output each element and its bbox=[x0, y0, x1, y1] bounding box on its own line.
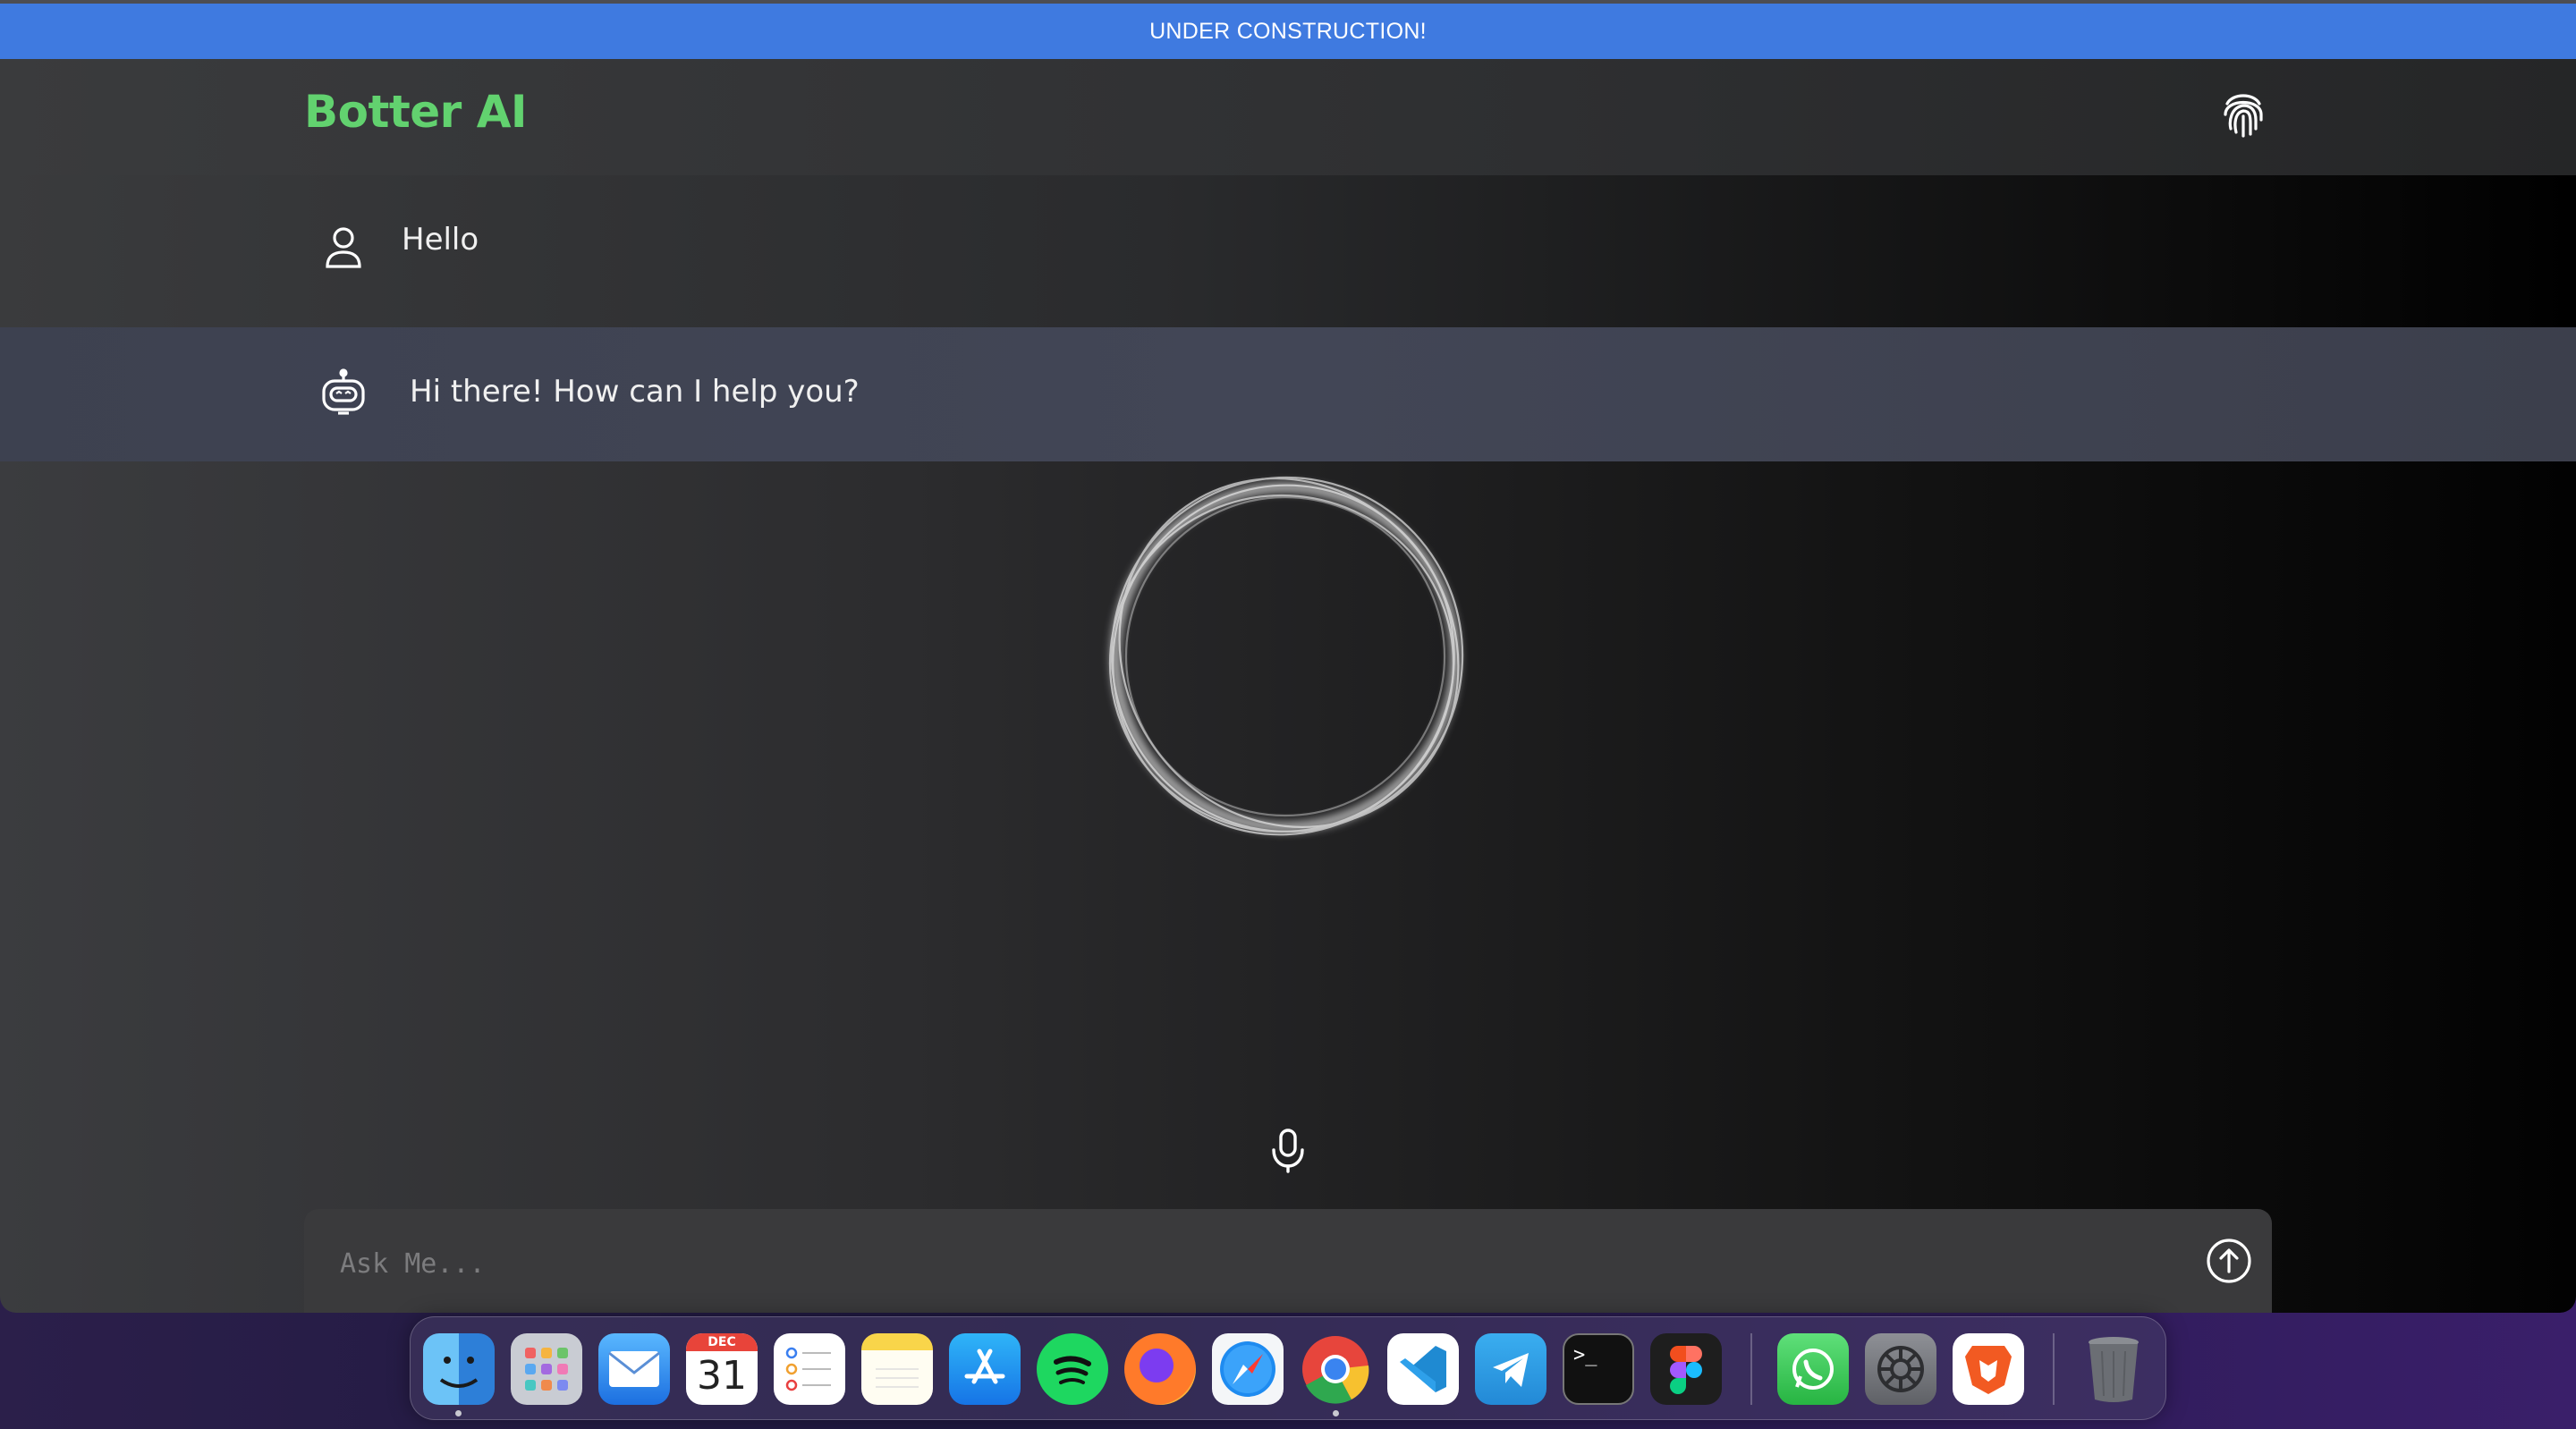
finder-running-dot bbox=[455, 1410, 462, 1416]
user-message: Hello bbox=[0, 175, 2576, 327]
brave-icon[interactable] bbox=[1953, 1333, 2024, 1405]
whatsapp-icon[interactable] bbox=[1777, 1333, 1849, 1405]
calendar-day: 31 bbox=[697, 1353, 747, 1399]
vscode-icon[interactable] bbox=[1387, 1333, 1459, 1405]
reminders-icon[interactable] bbox=[774, 1333, 845, 1405]
terminal-icon[interactable]: >_ bbox=[1563, 1333, 1634, 1405]
firefox-icon[interactable] bbox=[1124, 1333, 1196, 1405]
robot-avatar-icon bbox=[318, 368, 369, 419]
app-header: Botter AI bbox=[0, 59, 2576, 175]
settings-icon[interactable] bbox=[1865, 1333, 1936, 1405]
figma-icon[interactable] bbox=[1650, 1333, 1722, 1405]
launchpad-icon[interactable] bbox=[511, 1333, 582, 1405]
bot-message: Hi there! How can I help you? bbox=[0, 327, 2576, 461]
dock-separator-trash bbox=[2053, 1333, 2055, 1405]
user-avatar-icon bbox=[318, 222, 369, 272]
dock-separator bbox=[1750, 1333, 1752, 1405]
spotify-icon[interactable] bbox=[1037, 1333, 1108, 1405]
calendar-month: DEC bbox=[686, 1333, 758, 1351]
chrome-running-dot bbox=[1333, 1410, 1339, 1416]
notes-icon[interactable] bbox=[861, 1333, 933, 1405]
macos-dock: DEC 31 >_ bbox=[410, 1316, 2166, 1420]
terminal-prompt: >_ bbox=[1573, 1344, 1597, 1366]
composer bbox=[304, 1209, 2272, 1313]
banner-text: UNDER CONSTRUCTION! bbox=[1149, 18, 1427, 44]
construction-banner: UNDER CONSTRUCTION! bbox=[0, 4, 2576, 59]
finder-icon[interactable] bbox=[423, 1333, 495, 1405]
fingerprint-icon[interactable] bbox=[2215, 84, 2272, 141]
app-window: UNDER CONSTRUCTION! Botter AI Hello Hi t… bbox=[0, 0, 2576, 1313]
calendar-icon[interactable]: DEC 31 bbox=[686, 1333, 758, 1405]
chrome-icon[interactable] bbox=[1300, 1333, 1371, 1405]
ask-input[interactable] bbox=[338, 1236, 2131, 1291]
trash-icon[interactable] bbox=[2078, 1333, 2149, 1405]
send-arrow-icon[interactable] bbox=[2204, 1236, 2254, 1286]
microphone-icon[interactable] bbox=[1263, 1125, 1313, 1175]
user-message-text: Hello bbox=[402, 222, 479, 258]
bot-message-text: Hi there! How can I help you? bbox=[410, 374, 860, 410]
telegram-icon[interactable] bbox=[1475, 1333, 1546, 1405]
mail-icon[interactable] bbox=[598, 1333, 670, 1405]
brand-title[interactable]: Botter AI bbox=[304, 86, 528, 138]
safari-icon[interactable] bbox=[1212, 1333, 1284, 1405]
voice-orb bbox=[1096, 465, 1471, 850]
app-store-icon[interactable] bbox=[949, 1333, 1021, 1405]
